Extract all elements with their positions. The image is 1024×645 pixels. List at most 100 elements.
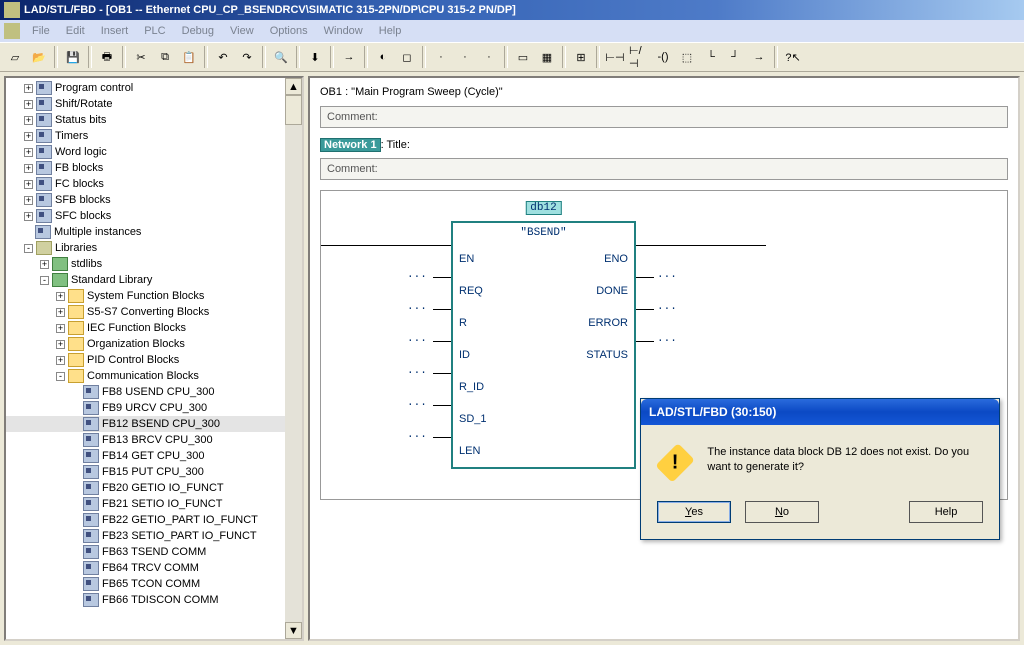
tree-item[interactable]: FB9 URCV CPU_300 xyxy=(6,400,302,416)
expand-icon[interactable]: + xyxy=(24,148,33,157)
toolbar-download-button[interactable]: ⬇ xyxy=(304,46,326,68)
collapse-icon[interactable]: - xyxy=(40,276,49,285)
ob-comment-box[interactable]: Comment: xyxy=(320,106,1008,128)
help-button[interactable]: Help xyxy=(909,501,983,523)
toolbar-help-pointer-button[interactable]: ?↖ xyxy=(782,46,804,68)
expand-icon[interactable]: + xyxy=(56,308,65,317)
tree-item[interactable]: +S5-S7 Converting Blocks xyxy=(6,304,302,320)
toolbar-view-detail-button[interactable]: ▦ xyxy=(536,46,558,68)
yes-button[interactable]: Yes xyxy=(657,501,731,523)
tree-item[interactable]: +FC blocks xyxy=(6,176,302,192)
collapse-icon[interactable]: - xyxy=(56,372,65,381)
expand-icon[interactable]: + xyxy=(24,180,33,189)
fbd-port-left[interactable]: SD_1 xyxy=(453,413,487,425)
tree-item[interactable]: -Standard Library xyxy=(6,272,302,288)
toolbar-branch-open-button[interactable]: └ xyxy=(700,46,722,68)
tree-item[interactable]: +Status bits xyxy=(6,112,302,128)
tree-item[interactable]: +SFC blocks xyxy=(6,208,302,224)
menu-edit[interactable]: Edit xyxy=(58,23,93,39)
unassigned-input-dots[interactable]: ... xyxy=(407,397,427,409)
tree-item[interactable]: +Shift/Rotate xyxy=(6,96,302,112)
network-label[interactable]: Network 1 xyxy=(320,138,381,152)
toolbar-ladder-view-button[interactable]: ⊞ xyxy=(570,46,592,68)
tree-scrollbar[interactable]: ▲ ▼ xyxy=(285,78,302,639)
tree-item[interactable]: FB63 TSEND COMM xyxy=(6,544,302,560)
tree-item[interactable]: +PID Control Blocks xyxy=(6,352,302,368)
scroll-down-arrow[interactable]: ▼ xyxy=(285,622,302,639)
expand-icon[interactable]: + xyxy=(56,292,65,301)
tree-item[interactable]: +Word logic xyxy=(6,144,302,160)
tree-item[interactable]: FB64 TRCV COMM xyxy=(6,560,302,576)
fbd-port-right[interactable]: ERROR xyxy=(588,317,634,329)
tree-item[interactable]: FB65 TCON COMM xyxy=(6,576,302,592)
fbd-block-bsend[interactable]: db12 "BSEND" ENENOREQDONERERRORIDSTATUSR… xyxy=(451,221,636,469)
toolbar-contact-no-button[interactable]: ⊢⊣ xyxy=(604,46,626,68)
menu-window[interactable]: Window xyxy=(316,23,371,39)
toolbar-open-button[interactable]: 📂 xyxy=(28,46,50,68)
toolbar-paste-button[interactable]: 📋 xyxy=(178,46,200,68)
unassigned-output-dots[interactable]: ... xyxy=(657,269,677,281)
toolbar-unused-button[interactable]: ◻ xyxy=(396,46,418,68)
toolbar-not-used-button[interactable]: · xyxy=(478,46,500,68)
fbd-port-right[interactable]: ENO xyxy=(604,253,634,265)
menu-view[interactable]: View xyxy=(222,23,262,39)
menu-help[interactable]: Help xyxy=(371,23,410,39)
menu-debug[interactable]: Debug xyxy=(174,23,222,39)
tree-item[interactable]: FB22 GETIO_PART IO_FUNCT xyxy=(6,512,302,528)
fbd-port-left[interactable]: REQ xyxy=(453,285,483,297)
tree-item[interactable]: +Organization Blocks xyxy=(6,336,302,352)
expand-icon[interactable]: + xyxy=(24,84,33,93)
toolbar-find-button[interactable]: 🔍 xyxy=(270,46,292,68)
scroll-up-arrow[interactable]: ▲ xyxy=(285,78,302,95)
expand-icon[interactable]: + xyxy=(24,164,33,173)
tree-item[interactable]: FB66 TDISCON COMM xyxy=(6,592,302,608)
instance-db-field[interactable]: db12 xyxy=(525,201,561,215)
fbd-port-left[interactable]: R_ID xyxy=(453,381,484,393)
expand-icon[interactable]: + xyxy=(24,196,33,205)
tree-item[interactable]: +IEC Function Blocks xyxy=(6,320,302,336)
expand-icon[interactable]: + xyxy=(24,116,33,125)
menu-file[interactable]: File xyxy=(24,23,58,39)
tree-item[interactable]: FB20 GETIO IO_FUNCT xyxy=(6,480,302,496)
tree-item[interactable]: +System Function Blocks xyxy=(6,288,302,304)
expand-icon[interactable]: + xyxy=(24,212,33,221)
tree-item[interactable]: +FB blocks xyxy=(6,160,302,176)
expand-icon[interactable]: + xyxy=(40,260,49,269)
tree-item[interactable]: FB8 USEND CPU_300 xyxy=(6,384,302,400)
expand-icon[interactable]: + xyxy=(24,132,33,141)
fbd-port-left[interactable]: LEN xyxy=(453,445,480,457)
menu-plc[interactable]: PLC xyxy=(136,23,173,39)
toolbar-coil-button[interactable]: -() xyxy=(652,46,674,68)
fbd-port-left[interactable]: EN xyxy=(453,253,474,265)
scroll-thumb[interactable] xyxy=(285,95,302,125)
fbd-port-right[interactable]: STATUS xyxy=(586,349,634,361)
toolbar-branch-close-button[interactable]: ┘ xyxy=(724,46,746,68)
expand-icon[interactable]: + xyxy=(56,340,65,349)
unassigned-input-dots[interactable]: ... xyxy=(407,365,427,377)
toolbar-undo-button[interactable]: ↶ xyxy=(212,46,234,68)
network-title[interactable]: : Title: xyxy=(381,139,410,151)
toolbar-connector-button[interactable]: → xyxy=(748,46,770,68)
toolbar-box-button[interactable]: ⬚ xyxy=(676,46,698,68)
toolbar-not-used-button[interactable]: · xyxy=(454,46,476,68)
toolbar-not-used-button[interactable]: · xyxy=(430,46,452,68)
toolbar-contact-nc-button[interactable]: ⊢/⊣ xyxy=(628,46,650,68)
tree-item[interactable]: FB12 BSEND CPU_300 xyxy=(6,416,302,432)
unassigned-input-dots[interactable]: ... xyxy=(407,301,427,313)
tree-item[interactable]: FB13 BRCV CPU_300 xyxy=(6,432,302,448)
toolbar-print-button[interactable]: 🖶 xyxy=(96,46,118,68)
fbd-port-left[interactable]: R xyxy=(453,317,467,329)
fbd-port-right[interactable]: DONE xyxy=(596,285,634,297)
toolbar-new-button[interactable]: ▱ xyxy=(4,46,26,68)
fbd-port-left[interactable]: ID xyxy=(453,349,470,361)
unassigned-input-dots[interactable]: ... xyxy=(407,333,427,345)
toolbar-goto-button[interactable]: → xyxy=(338,46,360,68)
tree-item[interactable]: Multiple instances xyxy=(6,224,302,240)
toolbar-view-overview-button[interactable]: ▭ xyxy=(512,46,534,68)
toolbar-redo-button[interactable]: ↷ xyxy=(236,46,258,68)
tree-item[interactable]: +Program control xyxy=(6,80,302,96)
tree-item[interactable]: +SFB blocks xyxy=(6,192,302,208)
unassigned-output-dots[interactable]: ... xyxy=(657,301,677,313)
tree-item[interactable]: FB15 PUT CPU_300 xyxy=(6,464,302,480)
no-button[interactable]: No xyxy=(745,501,819,523)
